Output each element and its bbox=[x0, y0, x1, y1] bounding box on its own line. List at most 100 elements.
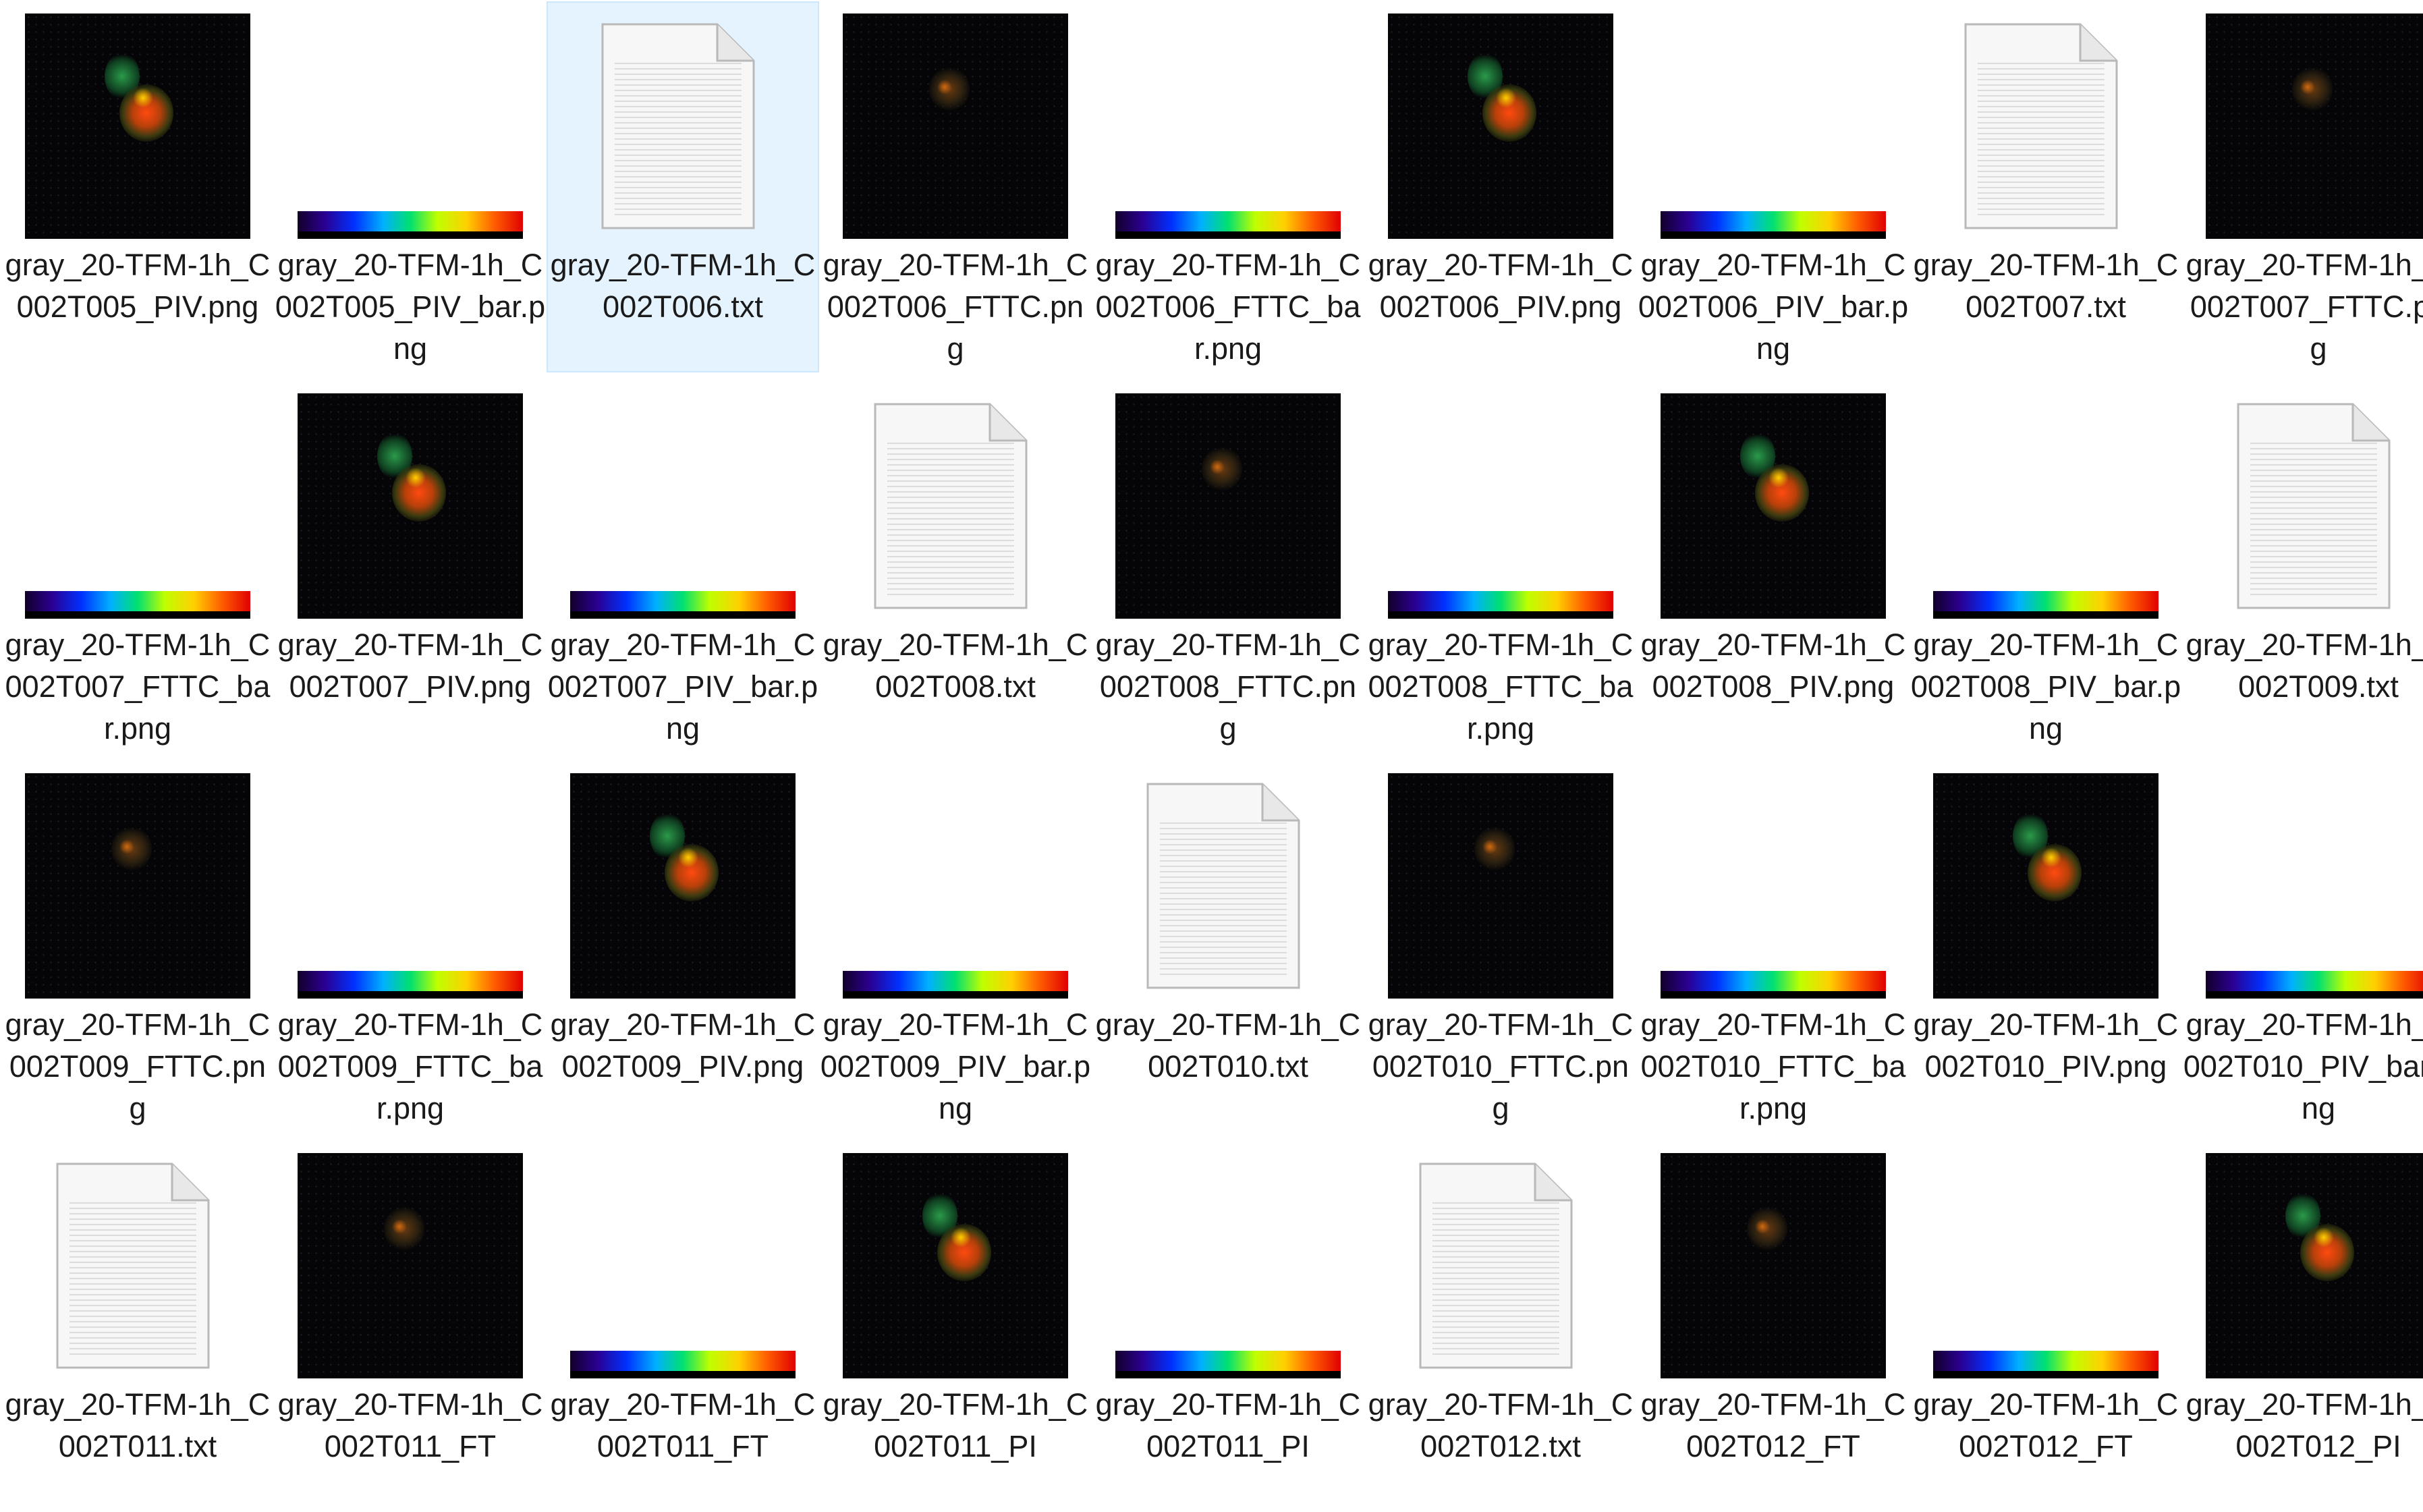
text-document-icon bbox=[52, 1161, 214, 1372]
colorbar-thumbnail bbox=[1933, 1351, 2159, 1378]
file-item[interactable]: gray_20-TFM-1h_C002T005_PIV_bar.png bbox=[274, 1, 547, 372]
file-thumbnail bbox=[274, 761, 547, 999]
image-thumbnail bbox=[298, 1153, 523, 1378]
image-thumbnail bbox=[2206, 1153, 2423, 1378]
file-thumbnail bbox=[1910, 381, 2182, 619]
file-name: gray_20-TFM-1h_C002T007_FTTC.png bbox=[2185, 248, 2423, 366]
file-thumbnail bbox=[1092, 761, 1364, 999]
file-item[interactable]: gray_20-TFM-1h_C002T010_FTTC_bar.png bbox=[1637, 761, 1910, 1132]
file-name: gray_20-TFM-1h_C002T011.txt bbox=[5, 1387, 271, 1463]
file-name: gray_20-TFM-1h_C002T012.txt bbox=[1368, 1387, 1634, 1463]
file-item[interactable]: gray_20-TFM-1h_C002T010_PIV_bar.png bbox=[2182, 761, 2423, 1132]
file-thumbnail bbox=[547, 1, 819, 239]
image-thumbnail bbox=[1661, 393, 1886, 619]
file-item[interactable]: gray_20-TFM-1h_C002T006.txt bbox=[547, 1, 819, 372]
file-item[interactable]: gray_20-TFM-1h_C002T011_PI bbox=[1092, 1141, 1364, 1512]
image-thumbnail bbox=[843, 1153, 1068, 1378]
file-thumbnail bbox=[274, 1, 547, 239]
file-item[interactable]: gray_20-TFM-1h_C002T009_PIV.png bbox=[547, 761, 819, 1132]
file-thumbnail bbox=[1092, 381, 1364, 619]
file-thumbnail bbox=[1910, 761, 2182, 999]
file-thumbnail bbox=[1364, 381, 1637, 619]
colorbar-thumbnail bbox=[1115, 1351, 1341, 1378]
file-thumbnail bbox=[1637, 761, 1910, 999]
text-document-icon bbox=[2233, 401, 2395, 612]
colorbar-thumbnail bbox=[1661, 211, 1886, 239]
file-item[interactable]: gray_20-TFM-1h_C002T011.txt bbox=[1, 1141, 274, 1512]
file-name: gray_20-TFM-1h_C002T010_PIV.png bbox=[1913, 1007, 2179, 1084]
file-item[interactable]: gray_20-TFM-1h_C002T007_FTTC_bar.png bbox=[1, 381, 274, 752]
file-item[interactable]: gray_20-TFM-1h_C002T007_FTTC.png bbox=[2182, 1, 2423, 372]
image-thumbnail bbox=[1388, 773, 1613, 999]
file-item[interactable]: gray_20-TFM-1h_C002T008_PIV.png bbox=[1637, 381, 1910, 752]
file-name: gray_20-TFM-1h_C002T011_FT bbox=[550, 1387, 816, 1463]
file-name: gray_20-TFM-1h_C002T012_PI bbox=[2185, 1387, 2423, 1463]
file-name: gray_20-TFM-1h_C002T008_PIV_bar.png bbox=[1910, 627, 2181, 746]
file-thumbnail bbox=[1910, 1, 2182, 239]
file-item[interactable]: gray_20-TFM-1h_C002T008_PIV_bar.png bbox=[1910, 381, 2182, 752]
file-name: gray_20-TFM-1h_C002T008_PIV.png bbox=[1640, 627, 1906, 704]
file-item[interactable]: gray_20-TFM-1h_C002T006_FTTC.png bbox=[819, 1, 1092, 372]
file-thumbnail bbox=[1, 1, 274, 239]
colorbar-thumbnail bbox=[570, 1351, 796, 1378]
file-thumbnail bbox=[1364, 761, 1637, 999]
file-item[interactable]: gray_20-TFM-1h_C002T008_FTTC_bar.png bbox=[1364, 381, 1637, 752]
file-item[interactable]: gray_20-TFM-1h_C002T011_FT bbox=[547, 1141, 819, 1512]
file-item[interactable]: gray_20-TFM-1h_C002T011_FT bbox=[274, 1141, 547, 1512]
image-thumbnail bbox=[25, 13, 250, 239]
file-thumbnail bbox=[2182, 381, 2423, 619]
colorbar-thumbnail bbox=[570, 591, 796, 619]
file-item[interactable]: gray_20-TFM-1h_C002T009_FTTC_bar.png bbox=[274, 761, 547, 1132]
file-thumbnail bbox=[1, 381, 274, 619]
file-item[interactable]: gray_20-TFM-1h_C002T007.txt bbox=[1910, 1, 2182, 372]
file-item[interactable]: gray_20-TFM-1h_C002T007_PIV.png bbox=[274, 381, 547, 752]
file-name: gray_20-TFM-1h_C002T009_PIV.png bbox=[550, 1007, 816, 1084]
colorbar-thumbnail bbox=[2206, 971, 2423, 999]
file-item[interactable]: gray_20-TFM-1h_C002T008.txt bbox=[819, 381, 1092, 752]
image-thumbnail bbox=[570, 773, 796, 999]
file-thumbnail bbox=[2182, 761, 2423, 999]
file-thumbnail bbox=[2182, 1, 2423, 239]
image-thumbnail bbox=[2206, 13, 2423, 239]
file-name: gray_20-TFM-1h_C002T009_FTTC_bar.png bbox=[277, 1007, 543, 1125]
image-thumbnail bbox=[1115, 393, 1341, 619]
file-name: gray_20-TFM-1h_C002T006_FTTC_bar.png bbox=[1095, 248, 1361, 366]
file-item[interactable]: gray_20-TFM-1h_C002T009_PIV_bar.png bbox=[819, 761, 1092, 1132]
image-thumbnail bbox=[25, 773, 250, 999]
file-thumbnail bbox=[1637, 1, 1910, 239]
file-item[interactable]: gray_20-TFM-1h_C002T005_PIV.png bbox=[1, 1, 274, 372]
file-item[interactable]: gray_20-TFM-1h_C002T012.txt bbox=[1364, 1141, 1637, 1512]
file-item[interactable]: gray_20-TFM-1h_C002T010_PIV.png bbox=[1910, 761, 2182, 1132]
file-item[interactable]: gray_20-TFM-1h_C002T008_FTTC.png bbox=[1092, 381, 1364, 752]
file-name: gray_20-TFM-1h_C002T008_FTTC.png bbox=[1095, 627, 1361, 746]
file-name: gray_20-TFM-1h_C002T012_FT bbox=[1913, 1387, 2179, 1463]
file-thumbnail bbox=[1637, 381, 1910, 619]
file-item[interactable]: gray_20-TFM-1h_C002T006_FTTC_bar.png bbox=[1092, 1, 1364, 372]
file-item[interactable]: gray_20-TFM-1h_C002T012_PI bbox=[2182, 1141, 2423, 1512]
file-item[interactable]: gray_20-TFM-1h_C002T007_PIV_bar.png bbox=[547, 381, 819, 752]
file-name: gray_20-TFM-1h_C002T006_FTTC.png bbox=[823, 248, 1088, 366]
colorbar-thumbnail bbox=[843, 971, 1068, 999]
file-name: gray_20-TFM-1h_C002T010_FTTC.png bbox=[1368, 1007, 1634, 1125]
file-item[interactable]: gray_20-TFM-1h_C002T009.txt bbox=[2182, 381, 2423, 752]
file-item[interactable]: gray_20-TFM-1h_C002T006_PIV.png bbox=[1364, 1, 1637, 372]
file-item[interactable]: gray_20-TFM-1h_C002T011_PI bbox=[819, 1141, 1092, 1512]
text-document-icon bbox=[1142, 781, 1304, 992]
file-item[interactable]: gray_20-TFM-1h_C002T010.txt bbox=[1092, 761, 1364, 1132]
file-name: gray_20-TFM-1h_C002T011_PI bbox=[1095, 1387, 1361, 1463]
file-thumbnail bbox=[2182, 1141, 2423, 1378]
text-document-icon bbox=[870, 401, 1032, 612]
file-thumbnail bbox=[1, 761, 274, 999]
file-thumbnail bbox=[1364, 1, 1637, 239]
file-item[interactable]: gray_20-TFM-1h_C002T012_FT bbox=[1637, 1141, 1910, 1512]
file-item[interactable]: gray_20-TFM-1h_C002T006_PIV_bar.png bbox=[1637, 1, 1910, 372]
file-item[interactable]: gray_20-TFM-1h_C002T012_FT bbox=[1910, 1141, 2182, 1512]
text-document-icon bbox=[597, 22, 759, 232]
file-name: gray_20-TFM-1h_C002T011_PI bbox=[823, 1387, 1088, 1463]
file-item[interactable]: gray_20-TFM-1h_C002T009_FTTC.png bbox=[1, 761, 274, 1132]
file-name: gray_20-TFM-1h_C002T011_FT bbox=[277, 1387, 543, 1463]
file-name: gray_20-TFM-1h_C002T007.txt bbox=[1913, 248, 2179, 324]
file-name: gray_20-TFM-1h_C002T006.txt bbox=[550, 248, 816, 324]
file-name: gray_20-TFM-1h_C002T007_PIV_bar.png bbox=[547, 627, 818, 746]
file-item[interactable]: gray_20-TFM-1h_C002T010_FTTC.png bbox=[1364, 761, 1637, 1132]
